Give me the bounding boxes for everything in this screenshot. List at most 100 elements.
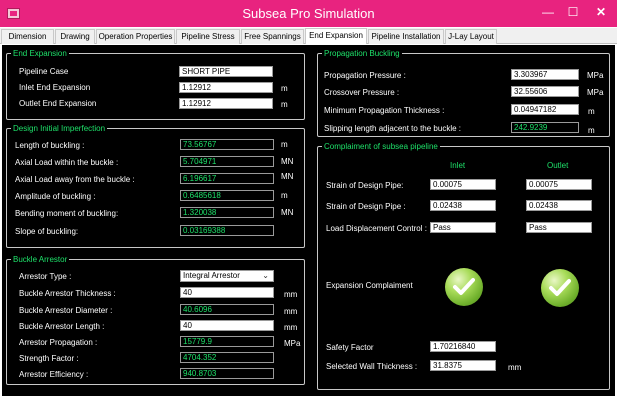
compliance-title: Complaiment of subsea pipeline — [324, 142, 438, 151]
compliance-group: Complaiment of subsea pipeline Inlet Out… — [317, 142, 610, 390]
arrestor-type-label: Arrestor Type : — [19, 272, 72, 281]
arrestor-thickness-label: Buckle Arrestor Thickness : — [19, 289, 116, 298]
selected-wall-thickness-field[interactable]: 31.8375 — [430, 360, 496, 371]
arrestor-propagation-unit: MPa — [284, 339, 301, 348]
crossover-pressure-unit: MPa — [587, 88, 604, 97]
imperfection-row-unit: m — [281, 140, 288, 149]
amplitude-of-buckling-field: 0.6485618 — [180, 190, 274, 201]
load-outlet-field[interactable]: Pass — [526, 222, 592, 233]
arrestor-diameter-field: 40.6096 — [180, 304, 274, 315]
minimize-button[interactable]: — — [540, 3, 556, 21]
slipping-length-unit: m — [588, 126, 595, 135]
inlet-end-expansion-unit: m — [281, 84, 288, 93]
load-inlet-field[interactable]: Pass — [430, 222, 496, 233]
outlet-end-expansion-label: Outlet End Expansion — [19, 99, 97, 108]
imperfection-row-label: Axial Load away from the buckle : — [15, 175, 135, 184]
propagation-pressure-field[interactable]: 3.303967 — [511, 69, 579, 80]
arrestor-length-label: Buckle Arrestor Length : — [19, 322, 105, 331]
slipping-length-field: 242.9239 — [511, 122, 579, 133]
min-propagation-thickness-unit: m — [588, 107, 595, 116]
safety-factor-field[interactable]: 1.70216840 — [430, 341, 496, 352]
pipeline-case-field[interactable]: SHORT PIPE — [179, 66, 273, 77]
outlet-end-expansion-unit: m — [281, 100, 288, 109]
propagation-buckling-title: Propagation Buckling — [324, 49, 400, 58]
strength-factor-field: 4704.352 — [180, 352, 274, 363]
arrestor-length-input[interactable]: 40 — [180, 320, 274, 331]
bending-moment-field: 1.320038 — [180, 207, 274, 218]
strain1-outlet-field[interactable]: 0.00075 — [526, 179, 592, 190]
outlet-pass-check-icon — [541, 269, 579, 307]
imperfection-row-label: Length of buckling : — [15, 141, 85, 150]
outlet-header: Outlet — [547, 161, 569, 170]
strain-design-pipe-label: Strain of Design Pipe: — [326, 181, 404, 190]
arrestor-propagation-field: 15779.9 — [180, 336, 274, 347]
tab-free-spannings[interactable]: Free Spannings — [241, 29, 304, 44]
crossover-pressure-label: Crossover Pressure : — [324, 88, 400, 97]
end-expansion-group: End Expansion Pipeline Case SHORT PIPE I… — [6, 49, 305, 120]
imperfection-row-unit: MN — [281, 208, 294, 217]
min-propagation-thickness-field[interactable]: 0.04947182 — [511, 104, 579, 115]
crossover-pressure-field[interactable]: 32.55606 — [511, 86, 579, 97]
strain-design-pipe-label-2: Strain of Design Pipe : — [326, 202, 406, 211]
imperfection-row-label: Amplitude of buckling : — [15, 192, 96, 201]
propagation-pressure-unit: MPa — [587, 71, 604, 80]
pipeline-case-label: Pipeline Case — [19, 67, 69, 76]
imperfection-row-label: Axial Load within the buckle : — [15, 158, 119, 167]
propagation-pressure-label: Propagation Pressure : — [324, 71, 406, 80]
strain1-inlet-field[interactable]: 0.00075 — [430, 179, 496, 190]
selected-wall-thickness-label: Selected Wall Thickness : — [326, 362, 418, 371]
imperfection-row-unit: MN — [281, 172, 294, 181]
outlet-end-expansion-field[interactable]: 1.12912 — [179, 98, 273, 109]
slope-of-buckling-field: 0.03169388 — [180, 225, 274, 236]
arrestor-length-unit: mm — [284, 323, 298, 332]
close-button[interactable]: ✕ — [590, 3, 612, 21]
slipping-length-label: Slipping length adjacent to the buckle : — [324, 124, 461, 133]
axial-load-away-field: 6.196617 — [180, 173, 274, 184]
buckle-arrestor-title: Buckle Arrestor — [13, 255, 68, 264]
imperfection-title: Design Initial Imperfection — [13, 124, 106, 133]
selected-wall-thickness-unit: mm — [508, 363, 522, 372]
strain2-outlet-field[interactable]: 0.02438 — [526, 200, 592, 211]
inlet-pass-check-icon — [445, 268, 483, 306]
safety-factor-label: Safety Factor — [326, 343, 374, 352]
arrestor-thickness-unit: mm — [284, 290, 298, 299]
inlet-end-expansion-field[interactable]: 1.12912 — [179, 82, 273, 93]
tab-j-lay-layout[interactable]: J-Lay Layout — [445, 29, 497, 44]
window-title: Subsea Pro Simulation — [242, 6, 375, 21]
axial-load-within-field: 5.704971 — [180, 156, 274, 167]
strain2-inlet-field[interactable]: 0.02438 — [430, 200, 496, 211]
tab-operation-properties[interactable]: Operation Properties — [96, 29, 175, 44]
tab-dimension[interactable]: Dimension — [1, 29, 54, 44]
imperfection-row-label: Bending moment of buckling: — [15, 209, 119, 218]
arrestor-diameter-unit: mm — [284, 307, 298, 316]
arrestor-diameter-label: Buckle Arrestor Diameter : — [19, 306, 113, 315]
end-expansion-title: End Expansion — [13, 49, 67, 58]
imperfection-row-unit: m — [281, 191, 288, 200]
end-expansion-panel: End Expansion Pipeline Case SHORT PIPE I… — [2, 45, 615, 396]
tab-end-expansion[interactable]: End Expansion — [305, 28, 367, 44]
arrestor-thickness-input[interactable]: 40 — [180, 287, 274, 298]
arrestor-efficiency-field: 940.8703 — [180, 368, 274, 379]
tab-pipeline-installation[interactable]: Pipeline Installation — [368, 29, 444, 44]
chevron-down-icon: ⌄ — [262, 271, 269, 280]
imperfection-row-label: Slope of buckling: — [15, 227, 79, 236]
load-displacement-label: Load Displacement Control : — [326, 224, 427, 233]
arrestor-propagation-label: Arrestor Propagation : — [19, 338, 98, 347]
tab-bar: Dimension Drawing Operation Properties P… — [0, 28, 617, 44]
arrestor-type-select[interactable]: Integral Arrestor ⌄ — [180, 270, 274, 282]
expansion-compliance-label: Expansion Complaiment — [326, 281, 413, 290]
inlet-header: Inlet — [450, 161, 466, 170]
buckle-arrestor-group: Buckle Arrestor Arrestor Type : Integral… — [6, 255, 305, 385]
arrestor-efficiency-label: Arrestor Efficiency : — [19, 370, 89, 379]
maximize-button[interactable]: ☐ — [565, 3, 581, 21]
imperfection-row-unit: MN — [281, 157, 294, 166]
propagation-buckling-group: Propagation Buckling Propagation Pressur… — [317, 49, 610, 137]
title-bar: Subsea Pro Simulation — ☐ ✕ — [0, 0, 617, 27]
strength-factor-label: Strength Factor : — [19, 354, 79, 363]
min-propagation-thickness-label: Minimum Propagation Thickness : — [324, 106, 445, 115]
arrestor-type-value: Integral Arrestor — [183, 271, 240, 280]
tab-pipeline-stress[interactable]: Pipeline Stress — [176, 29, 240, 44]
inlet-end-expansion-label: Inlet End Expansion — [19, 83, 91, 92]
length-of-buckling-field: 73.56767 — [180, 139, 274, 150]
tab-drawing[interactable]: Drawing — [55, 29, 95, 44]
